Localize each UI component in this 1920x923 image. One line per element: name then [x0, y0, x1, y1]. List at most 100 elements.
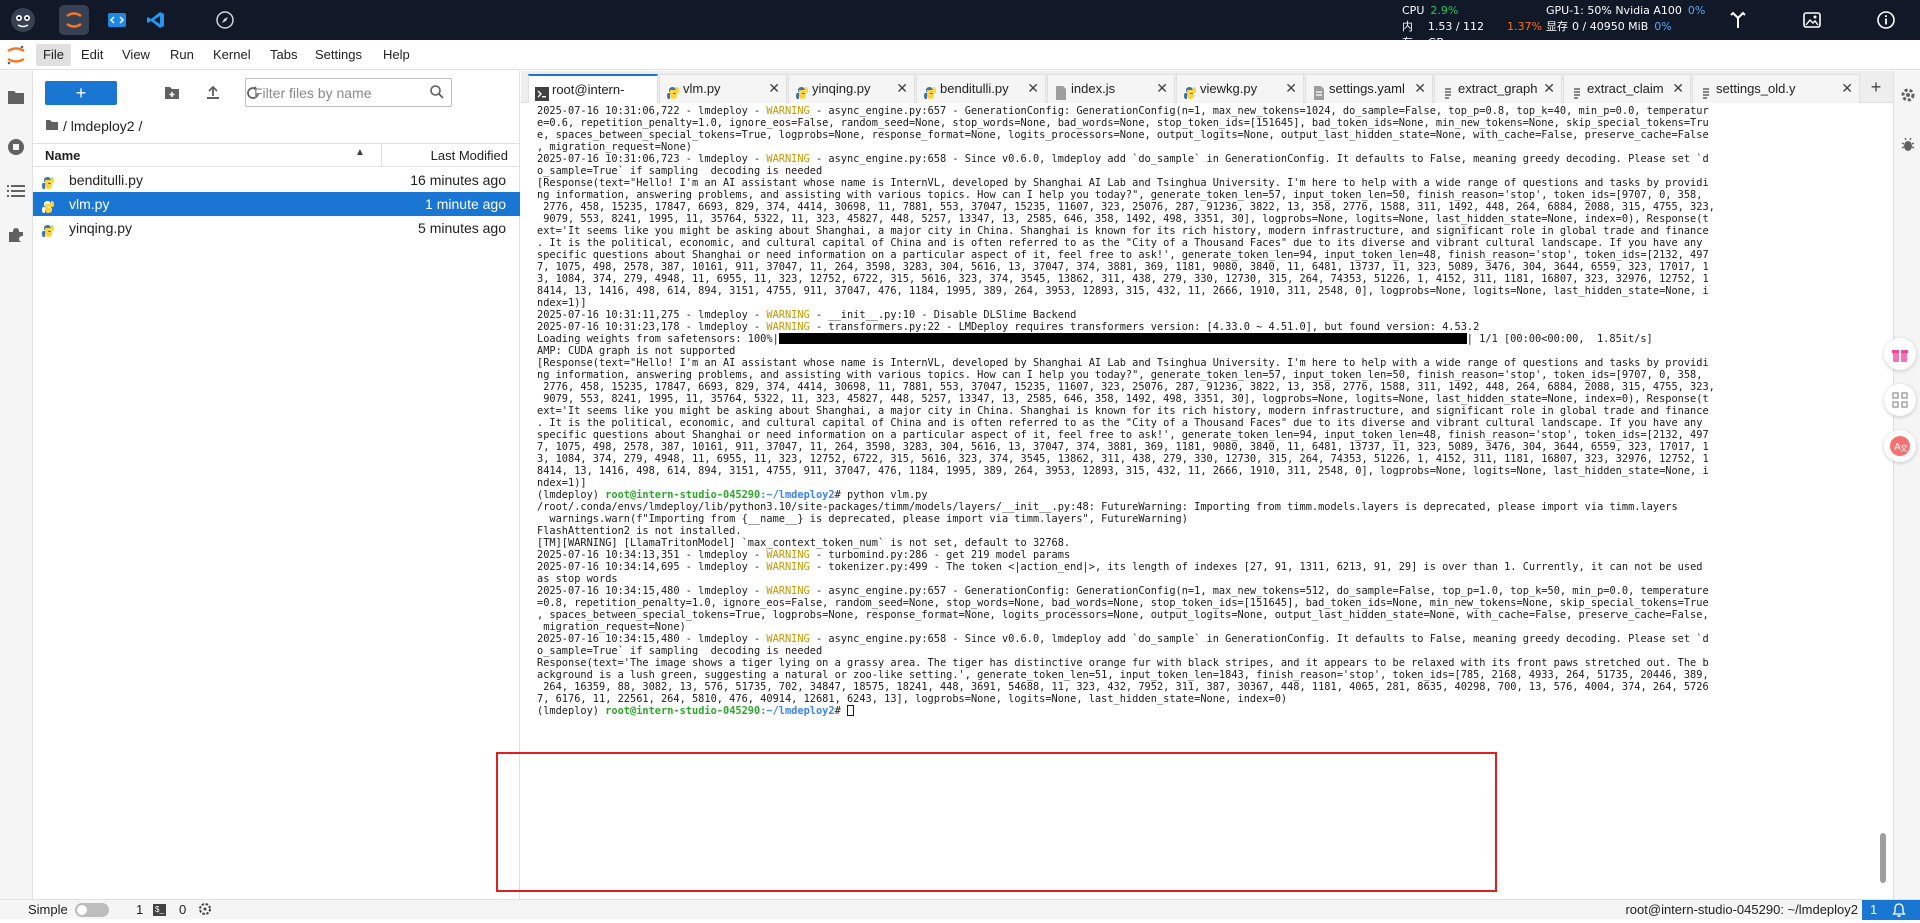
terminal-count[interactable]: 0 — [179, 900, 186, 919]
simple-mode-toggle[interactable] — [75, 903, 109, 917]
terminal-line: 2025-07-16 10:31:11,275 - lmdeploy - WAR… — [537, 309, 1882, 321]
menu-run[interactable]: Run — [163, 44, 201, 66]
info-icon[interactable] — [1874, 8, 1898, 32]
new-launcher-button[interactable]: + — [45, 81, 117, 105]
close-icon[interactable]: ✕ — [1543, 75, 1555, 102]
close-icon[interactable]: ✕ — [1414, 75, 1426, 102]
file-filter-search — [245, 78, 452, 107]
debugger-bug-icon[interactable] — [1898, 135, 1918, 155]
terminal-line: 2025-07-16 10:34:15,480 - lmdeploy - WAR… — [537, 585, 1882, 597]
new-folder-icon[interactable] — [162, 83, 182, 103]
close-icon[interactable]: ✕ — [1841, 75, 1853, 102]
bell-icon — [1892, 903, 1906, 923]
tab-settings-yaml[interactable]: settings.yaml ✕ — [1305, 74, 1433, 103]
file-row[interactable]: benditulli.py 16 minutes ago — [33, 168, 520, 192]
output-text: Response(text='The image shows a tiger l… — [537, 657, 1709, 669]
menu-file[interactable]: File — [36, 44, 71, 66]
close-icon[interactable]: ✕ — [896, 75, 908, 102]
terminal-count-icon: $_ — [153, 904, 166, 916]
vscode-icon[interactable] — [141, 5, 171, 35]
output-text: ext='It seems like you might be asking a… — [537, 225, 1709, 237]
output-text: , migration_request=None) — [537, 141, 692, 153]
terminal-line: 9079, 553, 8241, 1995, 11, 35764, 5322, … — [537, 213, 1882, 225]
property-inspector-gear-icon[interactable] — [1898, 85, 1918, 105]
gift-icon[interactable] — [1884, 338, 1916, 370]
fork-icon[interactable] — [1726, 8, 1750, 32]
tab-settings-old-yaml[interactable]: settings_old.y ✕ — [1692, 74, 1860, 103]
scrollbar-thumb[interactable] — [1880, 833, 1886, 883]
terminal-line: specific questions about Shanghai or nee… — [537, 429, 1882, 441]
menu-edit[interactable]: Edit — [74, 44, 110, 66]
warning-level: WARNING — [766, 561, 810, 573]
compass-icon[interactable] — [210, 5, 240, 35]
upload-icon[interactable] — [203, 83, 223, 103]
prompt-dir: :~/lmdeploy2 — [760, 705, 835, 717]
tab-viewkg-py[interactable]: viewkg.py ✕ — [1176, 74, 1304, 103]
close-icon[interactable]: ✕ — [1156, 75, 1168, 102]
python-file-icon — [1183, 82, 1197, 99]
log-prefix: 2025-07-16 10:31:23,178 - lmdeploy - — [537, 321, 767, 333]
tab-bar: root@intern- vlm.py ✕ yinqing.py ✕ bendi… — [521, 71, 1893, 104]
column-last-modified[interactable]: Last Modified — [431, 148, 508, 163]
tab-extract-claim[interactable]: extract_claim ✕ — [1563, 74, 1691, 103]
terminal-line: migration_request=None) — [537, 621, 1882, 633]
kernel-status-icon[interactable] — [198, 902, 212, 921]
translate-icon[interactable]: A文 — [1884, 430, 1916, 462]
menu-tabs[interactable]: Tabs — [263, 44, 304, 66]
notification-badge[interactable]: 1 — [1862, 900, 1920, 920]
file-row-selected[interactable]: vlm.py 1 minute ago — [33, 192, 520, 216]
python-file-icon — [41, 173, 55, 189]
terminal-line: 9079, 553, 8241, 1995, 11, 35764, 5322, … — [537, 393, 1882, 405]
terminal-line: ndex=1)] — [537, 297, 1882, 309]
output-text: 2776, 458, 15235, 17847, 6693, 829, 374,… — [537, 381, 1715, 393]
jupyter-icon[interactable] — [59, 5, 89, 35]
breadcrumb-path[interactable]: / lmdeploy2 / — [63, 115, 142, 137]
app-logo-icon[interactable] — [8, 5, 38, 35]
close-icon[interactable]: ✕ — [768, 75, 780, 102]
breadcrumb-folder-icon[interactable] — [45, 115, 59, 137]
file-row[interactable]: yinqing.py 5 minutes ago — [33, 216, 520, 240]
tab-yinqing-py[interactable]: yinqing.py ✕ — [788, 74, 915, 103]
output-text: /root/.conda/envs/lmdeploy/lib/python3.1… — [537, 501, 1678, 513]
terminal-line: ng information, answering problems, and … — [537, 189, 1882, 201]
menu-help[interactable]: Help — [376, 44, 417, 66]
new-tab-button[interactable]: + — [1864, 75, 1888, 99]
tab-index-js[interactable]: index.js ✕ — [1047, 74, 1175, 103]
column-name[interactable]: Name — [45, 148, 80, 163]
terminal-scrollbar[interactable] — [1878, 103, 1888, 899]
output-text: warnings.warn(f"Importing from {__name__… — [537, 513, 1188, 525]
table-of-contents-icon[interactable] — [4, 179, 28, 203]
log-prefix: 2025-07-16 10:34:15,480 - lmdeploy - — [537, 585, 767, 597]
terminal-panel[interactable]: 2025-07-16 10:31:06,722 - lmdeploy - WAR… — [521, 103, 1893, 899]
output-text: =0.8, repetition_penalty=1.0, ignore_eos… — [537, 597, 1709, 609]
file-name: vlm.py — [69, 196, 110, 212]
apps-grid-icon[interactable] — [1884, 384, 1916, 416]
folder-icon[interactable] — [4, 85, 28, 109]
file-filter-input[interactable] — [246, 79, 416, 106]
sort-ascending-icon[interactable]: ▲ — [355, 147, 365, 158]
tab-benditulli-py[interactable]: benditulli.py ✕ — [916, 74, 1046, 103]
menu-settings[interactable]: Settings — [308, 44, 369, 66]
progress-status: | 1/1 [00:00<00:00, 1.85it/s] — [1466, 333, 1653, 345]
prompt-host: root@intern-studio-045290 — [605, 489, 761, 501]
close-icon[interactable]: ✕ — [1285, 75, 1297, 102]
tab-terminal[interactable]: root@intern- — [528, 74, 658, 104]
output-text: [TM][WARNING] [LlamaTritonModel] `max_co… — [537, 537, 1071, 549]
prompt-dir: :~/lmdeploy2 — [760, 489, 835, 501]
extensions-puzzle-icon[interactable] — [4, 223, 28, 247]
terminal-line: [Response(text="Hello! I'm an AI assista… — [537, 177, 1882, 189]
code-editor-icon[interactable] — [102, 5, 132, 35]
simple-mode-label: Simple — [28, 902, 68, 917]
image-icon[interactable] — [1800, 8, 1824, 32]
close-icon[interactable]: ✕ — [1027, 75, 1039, 102]
tab-extract-graph[interactable]: extract_graph ✕ — [1434, 74, 1562, 103]
terminal-line: [Response(text="Hello! I'm an AI assista… — [537, 357, 1882, 369]
kernel-count[interactable]: 1 — [136, 900, 143, 919]
running-sessions-icon[interactable] — [4, 135, 28, 159]
tab-vlm-py[interactable]: vlm.py ✕ — [659, 74, 787, 103]
close-icon[interactable]: ✕ — [1672, 75, 1684, 102]
output-text: 7, 1075, 498, 2578, 387, 10161, 911, 370… — [537, 261, 1709, 273]
menu-view[interactable]: View — [115, 44, 157, 66]
terminal-line: 264, 16359, 88, 3082, 13, 576, 51735, 70… — [537, 681, 1882, 693]
menu-kernel[interactable]: Kernel — [206, 44, 258, 66]
